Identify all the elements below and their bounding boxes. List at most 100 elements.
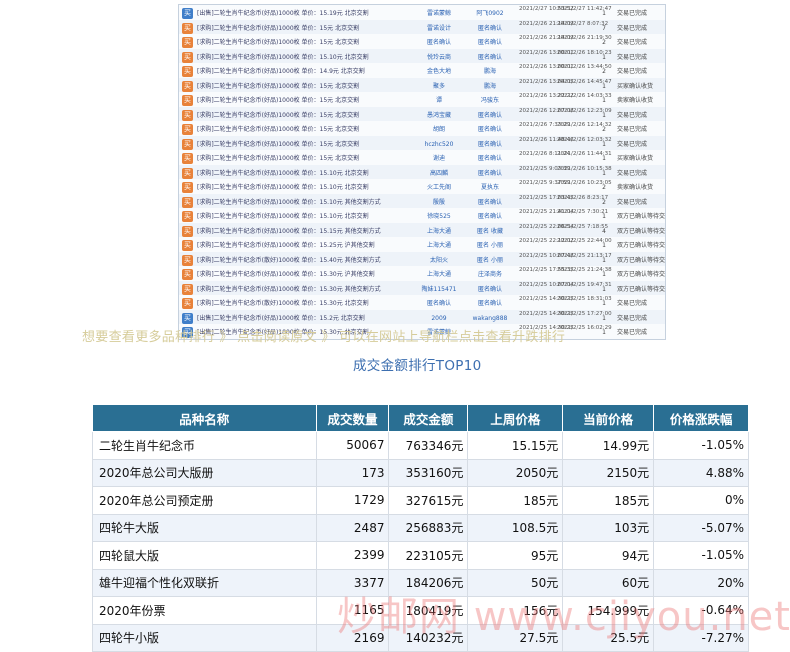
deal-time: 2021/2/25 18:31:03 [557, 296, 612, 302]
cell-qty: 1729 [315, 486, 390, 515]
table-title: 成交金额排行TOP10 [353, 358, 482, 374]
header-name: 品种名称 [92, 404, 317, 432]
trade-type-icon: 买 [182, 225, 193, 237]
deal-time: 2021/2/26 8:23:17 [557, 194, 609, 201]
deal-time: 2021/2/26 13:44:50 [557, 64, 612, 70]
posted-time: 2021/2/26 13:00:01 [519, 64, 574, 70]
trade-type-icon: 买 [182, 196, 193, 208]
header-last-price: 上周价格 [467, 404, 564, 432]
cell-current-price: 103元 [562, 513, 655, 542]
trade-type-icon: 买 [182, 211, 193, 222]
deal-time: 2021/2/26 14:03:33 [557, 93, 612, 99]
posted-time: 2021/2/27 10:53:52 [519, 6, 574, 12]
deal-time: 2021/2/26 14:45:47 [557, 78, 612, 85]
deal-time: 2021/2/25 21:24:38 [557, 267, 612, 273]
posted-time: 2021/2/25 9:37:59 [519, 180, 571, 186]
cell-qty: 2399 [315, 541, 390, 570]
cell-name: 四轮鼠大版 [92, 541, 317, 570]
posted-time: 2021/2/25 9:03:39 [519, 165, 571, 172]
cell-name: 2020年份票 [92, 596, 317, 625]
table-row: 2020年总公司预定册 1729 327615元 185元 185元 0% [92, 486, 749, 515]
posted-time: 2021/2/26 13:04:05 [519, 78, 574, 85]
deal-time: 2021/2/25 19:47:31 [557, 281, 612, 288]
posted-time: 2021/2/25 21:41:04 [519, 209, 574, 215]
cell-change: -1.05% [653, 541, 749, 570]
table-row: 2020年总公司大版册 173 353160元 2050元 2150元 4.88% [92, 458, 749, 487]
trade-type-icon: 买 [182, 298, 193, 309]
cell-change: 4.88% [653, 458, 749, 487]
deal-time: 2021/2/26 10:15:38 [557, 165, 612, 172]
header-current-price: 当前价格 [562, 404, 655, 432]
cell-name: 四轮牛小版 [92, 623, 317, 652]
deal-time: 2021/2/25 17:27:00 [557, 310, 612, 317]
posted-time: 2021/2/26 13:22:22 [519, 93, 574, 99]
cell-amount: 256883元 [388, 513, 469, 542]
cell-amount: 223105元 [388, 541, 469, 570]
table-row: 四轮牛大版 2487 256883元 108.5元 103元 -5.07% [92, 513, 749, 542]
status: 交易已完成 [617, 329, 648, 336]
deal-time: 2021/2/26 12:14:32 [557, 122, 612, 128]
posted-time: 2021/2/25 17:55:35 [519, 267, 574, 273]
deal-time: 2021/2/25 7:30:21 [557, 209, 609, 215]
deal-time: 2021/2/26 12:03:32 [557, 136, 612, 143]
trade-type-icon: 买 [182, 37, 193, 48]
cell-change: -5.07% [653, 513, 749, 542]
cell-last-price: 15.15元 [467, 431, 564, 460]
trade-type-icon: 买 [182, 283, 193, 295]
trade-type-icon: 买 [182, 269, 193, 280]
posted-time: 2021/2/25 10:07:04 [519, 281, 574, 288]
trade-type-icon: 买 [182, 138, 193, 150]
cell-name: 雄牛迎福个性化双联折 [92, 568, 317, 597]
deal-time: 2021/2/26 18:10:23 [557, 49, 612, 56]
trade-type-icon: 买 [182, 124, 193, 135]
table-row: 四轮鼠大版 2399 223105元 95元 94元 -1.05% [92, 541, 749, 570]
cell-current-price: 14.99元 [562, 431, 655, 460]
table-row: 二轮生肖牛纪念币 50067 763346元 15.15元 14.99元 -1.05% [92, 431, 749, 460]
trade-type-icon: 买 [182, 153, 193, 164]
cell-change: -1.05% [653, 431, 749, 460]
trade-type-icon: 买 [182, 51, 193, 63]
cell-current-price: 2150元 [562, 458, 655, 487]
trade-type-icon: 买 [182, 109, 193, 121]
deal-time: 2021/2/25 7:18:55 [557, 223, 609, 230]
cell-amount: 327615元 [388, 486, 469, 515]
cell-name: 2020年总公司预定册 [92, 486, 317, 515]
quantity: 1 [602, 329, 606, 336]
cell-last-price: 95元 [467, 541, 564, 570]
posted-time: 2021/2/25 22:12:02 [519, 238, 574, 244]
posted-time: 2021/2/25 17:03:45 [519, 194, 574, 201]
cell-change: 0% [653, 486, 749, 515]
posted-time: 2021/2/26 12:07:08 [519, 107, 574, 114]
posted-time: 2021/2/26 7:33:29 [519, 122, 571, 128]
cell-last-price: 2050元 [467, 458, 564, 487]
cell-qty: 50067 [315, 431, 390, 460]
deal-time: 2021/2/25 22:44:00 [557, 238, 612, 244]
posted-time: 2021/2/26 11:48:46 [519, 136, 574, 143]
cell-current-price: 185元 [562, 486, 655, 515]
trade-type-icon: 买 [182, 240, 193, 251]
deal-time: 2021/2/27 8:07:32 [557, 20, 609, 27]
trade-type-icon: 买 [182, 312, 193, 324]
deal-time: 2021/2/26 12:23:09 [557, 107, 612, 114]
posted-time: 2021/2/25 14:30:25 [519, 310, 574, 317]
posted-time: 2021/2/26 13:00:01 [519, 49, 574, 56]
cell-last-price: 108.5元 [467, 513, 564, 542]
posted-time: 2021/2/26 21:14:09 [519, 35, 574, 41]
deal-time: 2021/2/27 11:42:47 [557, 6, 612, 12]
more-rankings-hint[interactable]: 想要查看更多品种排行 》 点击阅读原文 》 可以在网站上导航栏点击查看升跌排行 [82, 326, 565, 345]
header-change: 价格涨跌幅 [653, 404, 749, 432]
posted-time: 2021/2/26 21:14:09 [519, 20, 574, 27]
deal-time: 2021/2/26 10:23:05 [557, 180, 612, 186]
deal-time: 2021/2/26 21:19:30 [557, 35, 612, 41]
trade-type-icon: 买 [182, 95, 193, 106]
transaction-list: 买 [出售]二轮生肖牛纪念币(好品)1000枚 单价：15.19元 北京交割 雷诺蒙… [178, 4, 666, 340]
cell-name: 2020年总公司大版册 [92, 458, 317, 487]
posted-time: 2021/2/25 10:07:48 [519, 252, 574, 259]
cell-name: 四轮牛大版 [92, 513, 317, 542]
cell-last-price: 185元 [467, 486, 564, 515]
cell-qty: 173 [315, 458, 390, 487]
deal-time: 2021/2/25 21:13:17 [557, 252, 612, 259]
trade-type-icon: 买 [182, 8, 193, 19]
posted-time: 2021/2/25 14:30:25 [519, 296, 574, 302]
trade-type-icon: 买 [182, 254, 193, 266]
